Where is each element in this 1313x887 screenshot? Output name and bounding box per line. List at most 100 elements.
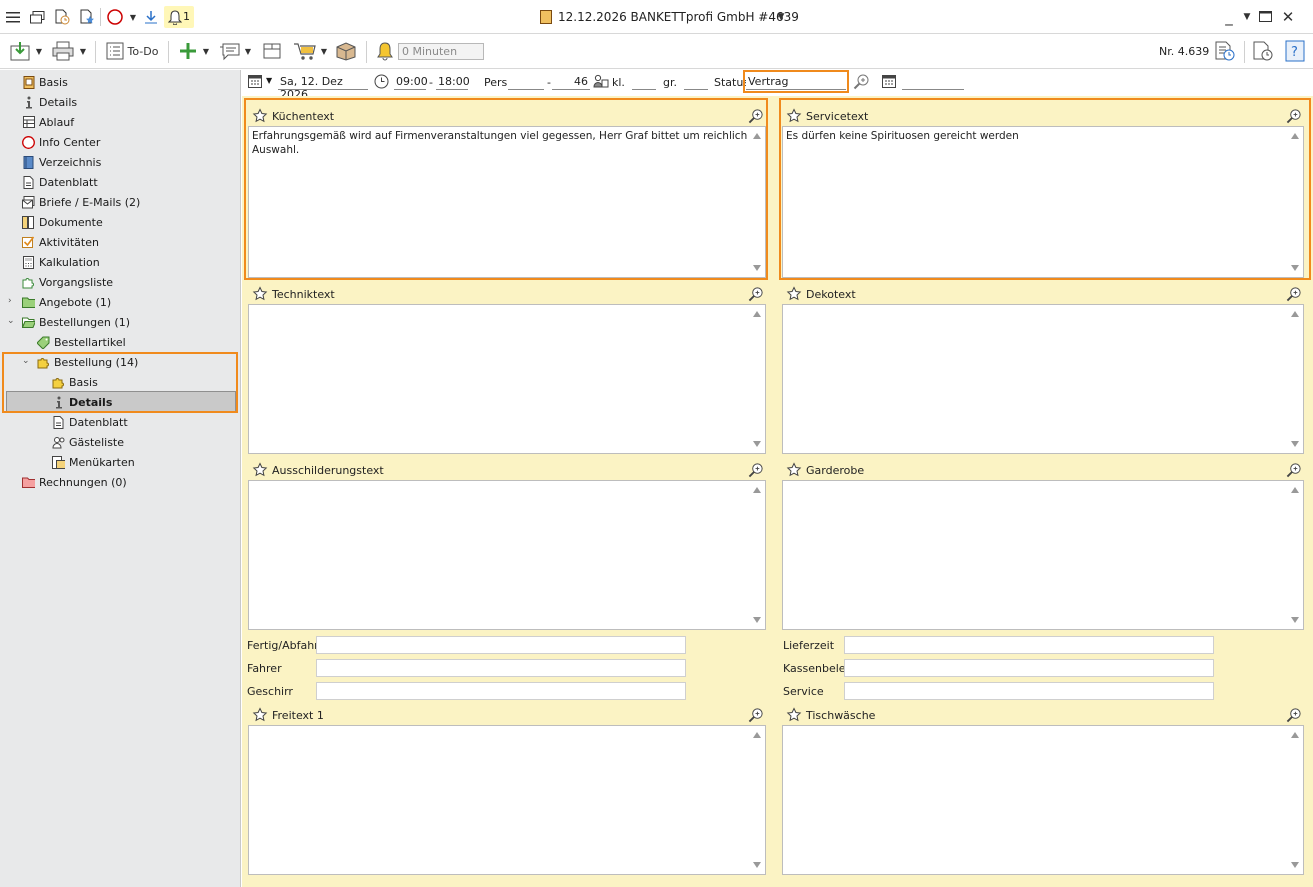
scrollbar[interactable] (1289, 726, 1303, 874)
kassenbeleg-field[interactable] (844, 659, 1214, 677)
clock-document-icon[interactable] (1250, 38, 1276, 64)
sidebar-item-rechnungen[interactable]: Rechnungen (0) (22, 472, 127, 492)
sidebar-item-dokumente[interactable]: Dokumente (22, 212, 103, 232)
sidebar-item-info-center[interactable]: Info Center (22, 132, 100, 152)
hamburger-menu-icon[interactable] (4, 8, 22, 26)
todo-button[interactable]: To-Do (102, 38, 162, 64)
zoom-icon[interactable] (1286, 707, 1302, 723)
import-dropdown-icon[interactable]: ▼ (33, 38, 45, 64)
time-to-field[interactable]: 18:00 (436, 74, 470, 90)
gr-field[interactable] (684, 74, 708, 90)
tischwaesche-textarea[interactable] (782, 725, 1304, 875)
zoom-icon[interactable] (1286, 286, 1302, 302)
sidebar-item-bestellungen[interactable]: Bestellungen (1) (22, 312, 130, 332)
fertig-abfahrt-field[interactable] (316, 636, 686, 654)
dekotext-textarea[interactable] (782, 304, 1304, 454)
second-calendar-icon[interactable] (882, 74, 896, 91)
zoom-icon[interactable] (1286, 462, 1302, 478)
sidebar-item-ablauf[interactable]: Ablauf (22, 112, 74, 132)
ausschilderungstext-textarea[interactable] (248, 480, 766, 630)
title-dropdown-icon[interactable]: ▼ (772, 8, 790, 26)
techniktext-textarea[interactable] (248, 304, 766, 454)
book-icon (22, 155, 35, 169)
star-icon[interactable] (786, 286, 802, 302)
sidebar-item-bestellung-details[interactable]: Details (52, 392, 112, 412)
print-icon[interactable] (50, 38, 76, 64)
star-icon[interactable] (786, 462, 802, 478)
people-switch-icon[interactable] (593, 74, 609, 92)
sidebar-item-datenblatt[interactable]: Datenblatt (22, 172, 98, 192)
arrow-down-icon[interactable] (142, 8, 160, 26)
service-field[interactable] (844, 682, 1214, 700)
star-icon[interactable] (252, 707, 268, 723)
lieferzeit-field[interactable] (844, 636, 1214, 654)
scrollbar[interactable] (1289, 481, 1303, 629)
kl-field[interactable] (632, 74, 656, 90)
bell-icon (166, 8, 184, 26)
package-icon[interactable] (334, 38, 358, 64)
date-dropdown-icon[interactable]: ▼ (266, 76, 272, 85)
sidebar-item-bestellung-datenblatt[interactable]: Datenblatt (52, 412, 128, 432)
sidebar-item-bestellartikel[interactable]: Bestellartikel (37, 332, 126, 352)
comment-dropdown-icon[interactable]: ▼ (242, 38, 254, 64)
expand-angebote-icon[interactable]: › (8, 296, 12, 306)
star-icon[interactable] (252, 286, 268, 302)
pers-to-field[interactable]: 46 (552, 74, 590, 90)
add-dropdown-icon[interactable]: ▼ (200, 38, 212, 64)
status-search-icon[interactable] (853, 73, 870, 93)
document-history-icon[interactable] (1212, 38, 1238, 64)
compass-icon[interactable] (106, 8, 124, 26)
zoom-icon[interactable] (748, 462, 764, 478)
pers-from-field[interactable] (508, 74, 544, 90)
help-icon[interactable]: ? (1284, 38, 1306, 64)
sidebar-item-basis[interactable]: Basis (22, 72, 68, 92)
cart-icon[interactable] (292, 38, 318, 64)
reminder-bell-icon[interactable] (374, 38, 396, 64)
scrollbar[interactable] (751, 305, 765, 453)
chevron-down-icon[interactable]: ▼ (124, 8, 142, 26)
second-date-field[interactable] (902, 74, 964, 90)
sidebar-item-bestellung-basis[interactable]: Basis (52, 372, 98, 392)
sidebar-item-bestellung[interactable]: Bestellung (14) (37, 352, 138, 372)
sidebar-item-aktivitaeten[interactable]: Aktivitäten (22, 232, 99, 252)
collapse-bestellungen-icon[interactable]: ⌄ (7, 316, 15, 326)
fahrer-field[interactable] (316, 659, 686, 677)
frame-icon[interactable] (260, 38, 284, 64)
favorite-document-icon[interactable] (78, 8, 96, 26)
sidebar-item-vorgangsliste[interactable]: Vorgangsliste (22, 272, 113, 292)
sidebar-item-gaesteliste[interactable]: Gästeliste (52, 432, 124, 452)
scrollbar[interactable] (751, 481, 765, 629)
sidebar-item-kalkulation[interactable]: Kalkulation (22, 252, 100, 272)
geschirr-field[interactable] (316, 682, 686, 700)
freitext1-textarea[interactable] (248, 725, 766, 875)
maximize-button[interactable] (1254, 6, 1276, 28)
status-field[interactable]: Vertrag (746, 74, 846, 90)
sidebar-item-verzeichnis[interactable]: Verzeichnis (22, 152, 101, 172)
time-from-field[interactable]: 09:00 (394, 74, 428, 90)
sidebar-item-angebote[interactable]: Angebote (1) (22, 292, 111, 312)
date-field[interactable]: Sa, 12. Dez 2026 (278, 74, 368, 101)
print-dropdown-icon[interactable]: ▼ (77, 38, 89, 64)
zoom-icon[interactable] (748, 286, 764, 302)
star-icon[interactable] (786, 707, 802, 723)
close-button[interactable]: ✕ (1277, 6, 1299, 28)
sidebar-item-briefe[interactable]: Briefe / E-Mails (2) (22, 192, 140, 212)
zoom-icon[interactable] (748, 707, 764, 723)
add-icon[interactable] (176, 38, 200, 64)
calendar-icon[interactable] (248, 74, 262, 91)
cart-dropdown-icon[interactable]: ▼ (318, 38, 330, 64)
sidebar-item-details[interactable]: Details (22, 92, 77, 112)
pers-separator: - (547, 76, 551, 89)
calculator-icon (22, 255, 35, 269)
document-clock-icon[interactable] (53, 8, 71, 26)
garderobe-textarea[interactable] (782, 480, 1304, 630)
import-icon[interactable] (8, 38, 32, 64)
collapse-bestellung-icon[interactable]: ⌄ (22, 356, 30, 366)
star-icon[interactable] (252, 462, 268, 478)
scrollbar[interactable] (751, 726, 765, 874)
sidebar-item-menuekarten[interactable]: Menükarten (52, 452, 135, 472)
scrollbar[interactable] (1289, 305, 1303, 453)
minutes-input[interactable]: 0 Minuten (398, 43, 484, 60)
windows-icon[interactable] (28, 8, 46, 26)
comment-icon[interactable] (218, 38, 242, 64)
